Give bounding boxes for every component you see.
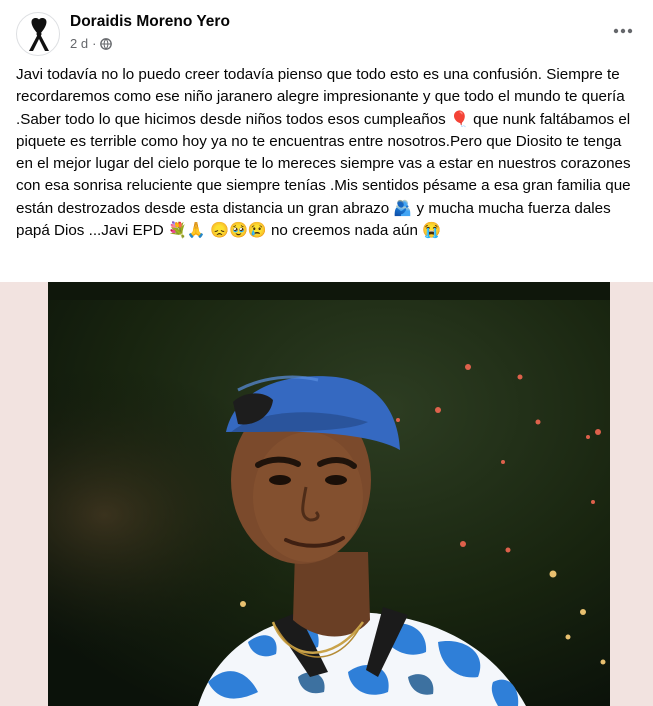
post-meta: 2 d · bbox=[70, 36, 113, 51]
post-media bbox=[0, 282, 653, 706]
crying-emoji: 😭 bbox=[422, 222, 442, 240]
faces-emoji: 😞🥹😢 bbox=[210, 222, 267, 240]
more-dots-icon bbox=[613, 28, 633, 34]
author-name[interactable]: Doraidis Moreno Yero bbox=[70, 13, 230, 31]
meta-separator: · bbox=[92, 36, 97, 51]
more-options-button[interactable] bbox=[611, 19, 635, 43]
post-message: Javi todavía no lo puedo creer todavía p… bbox=[16, 64, 640, 242]
author-avatar[interactable] bbox=[16, 12, 60, 56]
mourning-ribbon-icon bbox=[29, 17, 49, 51]
globe-icon[interactable] bbox=[100, 37, 113, 50]
message-part-4: no creemos nada aún bbox=[266, 222, 423, 240]
post-photo[interactable] bbox=[48, 282, 610, 706]
flowers-emoji: 💐 bbox=[167, 222, 187, 240]
balloon-emoji: 🎈 bbox=[449, 110, 469, 128]
post-time[interactable]: 2 d bbox=[70, 36, 88, 51]
portrait-photo-image bbox=[48, 282, 610, 706]
hug-emoji: 🫂 bbox=[393, 199, 413, 217]
pray-emoji: 🙏 bbox=[186, 222, 206, 240]
